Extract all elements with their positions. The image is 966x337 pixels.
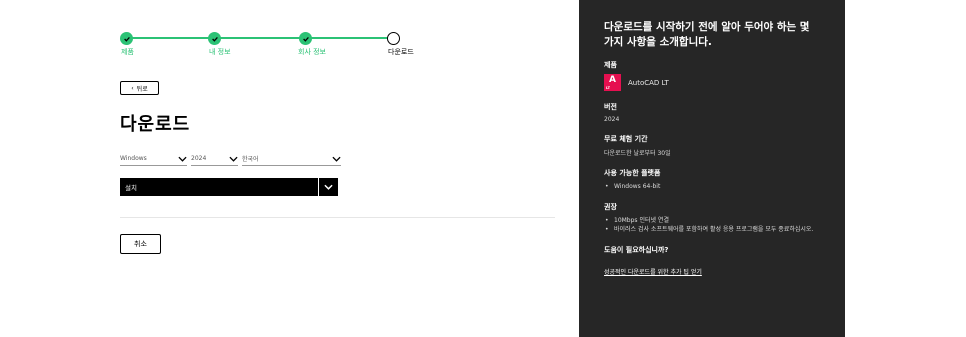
language-select[interactable]: 한국어 (242, 152, 341, 166)
download-tips-link[interactable]: 성공적인 다운로드를 위한 추가 팁 얻기 (604, 267, 702, 276)
install-dropdown-toggle[interactable] (318, 178, 338, 196)
product-section: 제품 A LT AutoCAD LT (604, 60, 820, 91)
step-complete-icon (299, 32, 312, 45)
step-connector (305, 37, 393, 39)
step-label-product: 제품 (121, 48, 134, 56)
chevron-down-icon (229, 156, 238, 162)
product-title: 제품 (604, 61, 617, 69)
progress-stepper: 제품 내 정보 회사 정보 다운로드 (120, 32, 420, 62)
check-icon (123, 36, 130, 42)
product-row: A LT AutoCAD LT (604, 74, 820, 91)
platform-section: 사용 가능한 플랫폼 Windows 64-bit (604, 168, 820, 191)
version-title: 버전 (604, 103, 617, 111)
step-label-my-info: 내 정보 (209, 48, 231, 56)
help-title: 도움이 필요하십니까? (604, 246, 669, 254)
step-connector (213, 37, 305, 39)
divider (120, 217, 555, 218)
chevron-down-icon (178, 156, 187, 162)
version-section: 버전 2024 (604, 102, 820, 123)
platform-title: 사용 가능한 플랫폼 (604, 169, 661, 177)
step-label-company-info: 회사 정보 (298, 48, 326, 56)
list-item: 10Mbps 인터넷 연결 (604, 216, 820, 225)
page-title: 다운로드 (120, 114, 191, 135)
trial-title: 무료 체험 기간 (604, 135, 648, 143)
chevron-down-icon (332, 156, 341, 162)
back-button-label: 뒤로 (136, 85, 148, 93)
install-method-value: 설치 (125, 184, 137, 192)
cancel-button[interactable]: 취소 (120, 234, 161, 254)
step-complete-icon (208, 32, 221, 45)
autocad-lt-logo-icon: A LT (604, 74, 621, 91)
chevron-left-icon: ‹ (131, 84, 134, 92)
download-info-panel: 다운로드를 시작하기 전에 알아 두어야 하는 몇 가지 사항을 소개합니다. … (579, 0, 845, 337)
recommend-section: 권장 10Mbps 인터넷 연결 바이러스 검사 소프트웨어를 포함하여 활성 … (604, 202, 820, 234)
product-name: AutoCAD LT (628, 78, 669, 87)
help-section: 도움이 필요하십니까? 성공적인 다운로드를 위한 추가 팁 얻기 (604, 245, 820, 278)
chevron-down-icon (324, 184, 333, 190)
step-current-icon (387, 32, 400, 45)
step-label-download: 다운로드 (388, 48, 414, 56)
step-connector (127, 37, 213, 39)
product-logo-letter: A (609, 75, 616, 85)
product-logo-sub: LT (606, 86, 611, 90)
language-select-value: 한국어 (242, 156, 259, 163)
recommend-title: 권장 (604, 203, 617, 211)
panel-heading: 다운로드를 시작하기 전에 알아 두어야 하는 몇 가지 사항을 소개합니다. (604, 21, 810, 48)
list-item: 바이러스 검사 소프트웨어를 포함하여 활성 응용 프로그램을 모두 종료하십시… (604, 225, 820, 234)
recommend-list: 10Mbps 인터넷 연결 바이러스 검사 소프트웨어를 포함하여 활성 응용 … (604, 216, 820, 234)
os-select[interactable]: Windows (120, 152, 187, 166)
version-value: 2024 (604, 116, 620, 123)
check-icon (211, 36, 218, 42)
os-select-value: Windows (120, 155, 147, 162)
version-select-value: 2024 (191, 155, 207, 162)
back-button[interactable]: ‹ 뒤로 (120, 81, 159, 95)
check-icon (302, 36, 309, 42)
step-complete-icon (120, 32, 133, 45)
trial-value: 다운로드한 날로부터 30일 (604, 150, 671, 157)
install-method-select[interactable]: 설치 (120, 178, 338, 196)
platform-list: Windows 64-bit (604, 182, 820, 191)
version-select[interactable]: 2024 (191, 152, 238, 166)
trial-section: 무료 체험 기간 다운로드한 날로부터 30일 (604, 134, 820, 157)
list-item: Windows 64-bit (604, 182, 820, 191)
